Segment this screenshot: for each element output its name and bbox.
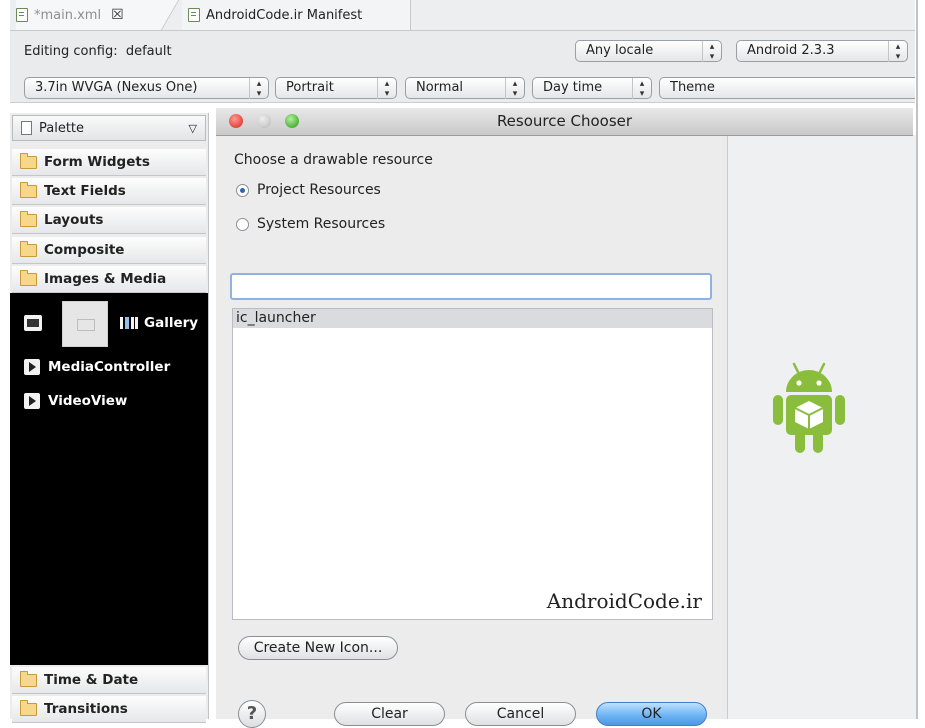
time-select[interactable]: Day time ▴ ▾ xyxy=(532,77,652,99)
choose-prompt: Choose a drawable resource xyxy=(234,152,433,168)
category-text-fields[interactable]: Text Fields xyxy=(12,178,206,205)
xml-file-icon xyxy=(188,8,200,22)
play-icon xyxy=(24,393,40,409)
palette-item-videoview[interactable]: VideoView xyxy=(24,393,127,409)
device-config-bar: 3.7in WVGA (Nexus One) ▴ ▾ Portrait ▴ ▾ Norm… xyxy=(10,75,915,103)
editing-config-bar: Editing config: default Any locale ▴ ▾ And… xyxy=(10,31,915,75)
image-view-icon[interactable] xyxy=(24,315,42,331)
help-icon[interactable]: ? xyxy=(238,700,266,728)
tab-label: *main.xml xyxy=(34,7,102,23)
tab-manifest[interactable]: AndroidCode.ir Manifest xyxy=(182,0,411,30)
folder-icon xyxy=(20,152,37,169)
folder-icon xyxy=(20,240,37,257)
orientation-select[interactable]: Portrait ▴ ▾ xyxy=(275,77,397,99)
target-select[interactable]: Android 2.3.3 ▴ ▾ xyxy=(736,40,908,62)
category-images-media[interactable]: Images & Media xyxy=(12,266,206,293)
dialog-body: Choose a drawable resource Project Resou… xyxy=(216,136,728,728)
theme-select[interactable]: Theme xyxy=(659,77,915,99)
watermark-text: AndroidCode.ir xyxy=(546,589,702,613)
radio-checked-icon xyxy=(236,183,249,197)
category-form-widgets[interactable]: Form Widgets xyxy=(12,149,206,176)
clear-button[interactable]: Clear xyxy=(334,702,445,726)
folder-icon xyxy=(20,699,37,716)
zoom-window-icon[interactable] xyxy=(285,114,299,128)
open-folder-icon xyxy=(20,269,37,286)
tab-main-xml[interactable]: *main.xml ☒ xyxy=(16,0,167,30)
stepper-icon: ▴ ▾ xyxy=(888,41,907,62)
palette-title: Palette xyxy=(39,120,85,136)
editor-tab-bar: *main.xml ☒ AndroidCode.ir Manifest xyxy=(10,0,915,31)
stepper-icon: ▴ ▾ xyxy=(249,78,268,99)
resource-list[interactable]: ic_launcher AndroidCode.ir xyxy=(232,308,713,620)
play-icon xyxy=(24,359,40,375)
tab-label: AndroidCode.ir Manifest xyxy=(206,7,363,23)
stepper-icon: ▴ ▾ xyxy=(377,78,396,99)
gallery-icon xyxy=(120,317,138,329)
filter-input[interactable] xyxy=(230,273,712,300)
stepper-icon: ▴ ▾ xyxy=(632,78,651,99)
radio-project-resources[interactable]: Project Resources xyxy=(236,182,381,198)
palette-item-mediacontroller[interactable]: MediaController xyxy=(24,359,170,375)
stepper-icon: ▴ ▾ xyxy=(702,41,721,62)
locale-select[interactable]: Any locale ▴ ▾ xyxy=(575,40,722,62)
images-media-panel: Gallery MediaController VideoView xyxy=(10,293,208,665)
device-select[interactable]: 3.7in WVGA (Nexus One) ▴ ▾ xyxy=(24,77,269,99)
tab-separator xyxy=(160,0,180,30)
mode-select[interactable]: Normal ▴ ▾ xyxy=(405,77,525,99)
radio-unchecked-icon xyxy=(236,217,249,231)
folder-icon xyxy=(20,181,37,198)
cancel-button[interactable]: Cancel xyxy=(465,702,576,726)
chevron-down-icon[interactable]: ▽ xyxy=(189,122,197,135)
window-edge xyxy=(916,0,918,719)
stepper-icon: ▴ ▾ xyxy=(505,78,524,99)
minimize-window-icon[interactable] xyxy=(257,114,271,128)
category-layouts[interactable]: Layouts xyxy=(12,207,206,234)
palette-item-gallery[interactable]: Gallery xyxy=(120,315,198,331)
close-window-icon[interactable] xyxy=(229,114,243,128)
create-new-icon-button[interactable]: Create New Icon... xyxy=(238,636,398,660)
list-item[interactable]: ic_launcher xyxy=(233,309,712,328)
palette-header[interactable]: Palette ▽ xyxy=(12,115,206,141)
dialog-title: Resource Chooser xyxy=(496,112,633,130)
dialog-title-bar: Resource Chooser xyxy=(216,108,913,136)
palette-panel: Palette ▽ Form Widgets Text Fields Layou… xyxy=(10,113,209,723)
category-composite[interactable]: Composite xyxy=(12,237,206,264)
close-tab-icon[interactable]: ☒ xyxy=(111,7,124,23)
ok-button[interactable]: OK xyxy=(596,702,707,726)
resource-chooser-dialog: Resource Chooser Choose a drawable resou… xyxy=(216,108,913,728)
folder-icon xyxy=(20,210,37,227)
image-button-icon[interactable] xyxy=(62,301,108,347)
category-time-date[interactable]: Time & Date xyxy=(12,667,206,694)
folder-icon xyxy=(20,670,37,687)
editing-config-label: Editing config: default xyxy=(24,44,172,59)
xml-file-icon xyxy=(16,8,28,22)
radio-system-resources[interactable]: System Resources xyxy=(236,216,385,232)
palette-icon xyxy=(21,121,32,135)
